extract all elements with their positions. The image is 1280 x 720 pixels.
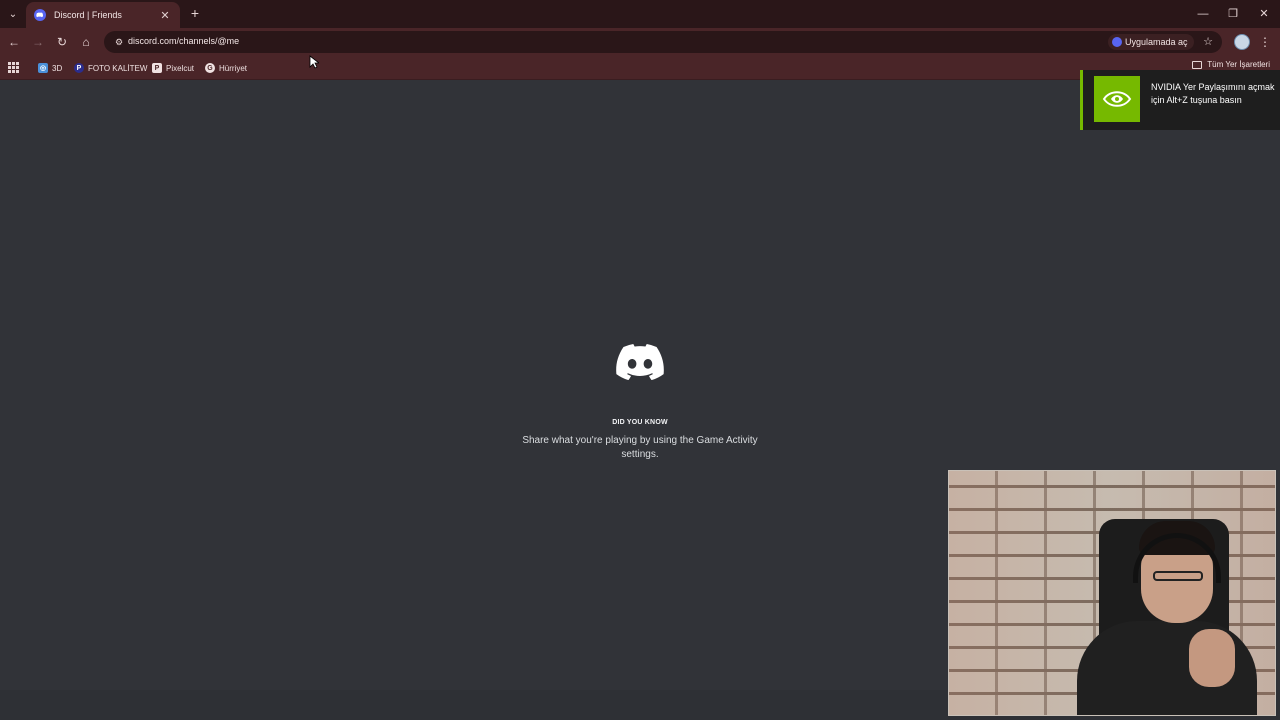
bookmark-label: FOTO KALİTEW [88,63,148,73]
person-hands [1189,629,1235,687]
reload-icon[interactable]: ↻ [54,34,70,50]
new-tab-plus-icon[interactable]: + [188,5,202,21]
bookmark-pixelcut[interactable]: P Pixelcut [152,60,194,76]
bookmark-hurriyet[interactable]: G Hürriyet [205,60,247,76]
open-in-app-label: Uygulamada aç [1125,37,1188,47]
tab-title: Discord | Friends [54,10,122,20]
nvidia-toast-text: NVIDIA Yer Paylaşımını açmak için Alt+Z … [1151,82,1275,105]
discord-app-icon [1112,37,1122,47]
close-window-icon[interactable]: ✕ [1255,6,1273,22]
mouse-cursor-icon [309,55,319,69]
hurriyet-favicon-icon: G [205,63,215,73]
profile-avatar[interactable] [1234,34,1250,50]
forward-arrow-icon[interactable]: → [30,34,46,50]
bookmark-star-icon[interactable]: ☆ [1200,34,1216,50]
bookmark-label: Hürriyet [219,63,248,73]
browser-menu-icon[interactable]: ⋮ [1258,34,1272,50]
site-info-icon[interactable]: ⚙ [112,35,126,49]
tab-close-icon[interactable]: ✕ [158,9,172,22]
address-bar[interactable]: ⚙ discord.com/channels/@me Uygulamada aç… [104,31,1222,53]
folder-icon [1192,60,1203,69]
bookmark-label: 3D [52,63,63,73]
webcam-overlay [948,470,1276,716]
url-text[interactable]: discord.com/channels/@me [128,36,239,46]
browser-toolbar: ← → ↻ ⌂ ⚙ discord.com/channels/@me Uygul… [0,28,1280,56]
did-you-know-text: Share what you're playing by using the G… [522,435,758,460]
bookmark-3d[interactable]: ◎ 3D [38,60,62,76]
all-bookmarks-label: Tüm Yer İşaretleri [1207,60,1270,69]
did-you-know-title: DID YOU KNOW [612,419,668,426]
nvidia-logo-icon [1094,76,1140,122]
pixelcut-favicon-icon: P [152,63,162,73]
restore-icon[interactable]: ❐ [1224,6,1242,22]
apps-grid-icon[interactable] [6,60,20,74]
discord-favicon-icon [34,9,46,21]
photo-favicon-icon: P [74,63,84,73]
open-in-app-button[interactable]: Uygulamada aç [1108,34,1194,50]
back-arrow-icon[interactable]: ← [6,34,22,50]
tab-discord[interactable]: Discord | Friends ✕ [26,2,180,28]
all-bookmarks-button[interactable]: Tüm Yer İşaretleri [1192,60,1270,69]
minimize-icon[interactable]: — [1194,6,1212,22]
glasses [1153,571,1203,581]
nvidia-toast: NVIDIA Yer Paylaşımını açmak için Alt+Z … [1080,70,1280,130]
3d-favicon-icon: ◎ [38,63,48,73]
tab-search-chevron-icon[interactable]: ⌄ [4,5,22,23]
tab-strip: ⌄ Discord | Friends ✕ + — ❐ ✕ [0,0,1280,28]
discord-logo-icon [616,344,664,380]
home-icon[interactable]: ⌂ [78,34,94,50]
bookmark-label: Pixelcut [166,63,195,73]
bookmark-foto-kalitew[interactable]: P FOTO KALİTEW [74,60,147,76]
